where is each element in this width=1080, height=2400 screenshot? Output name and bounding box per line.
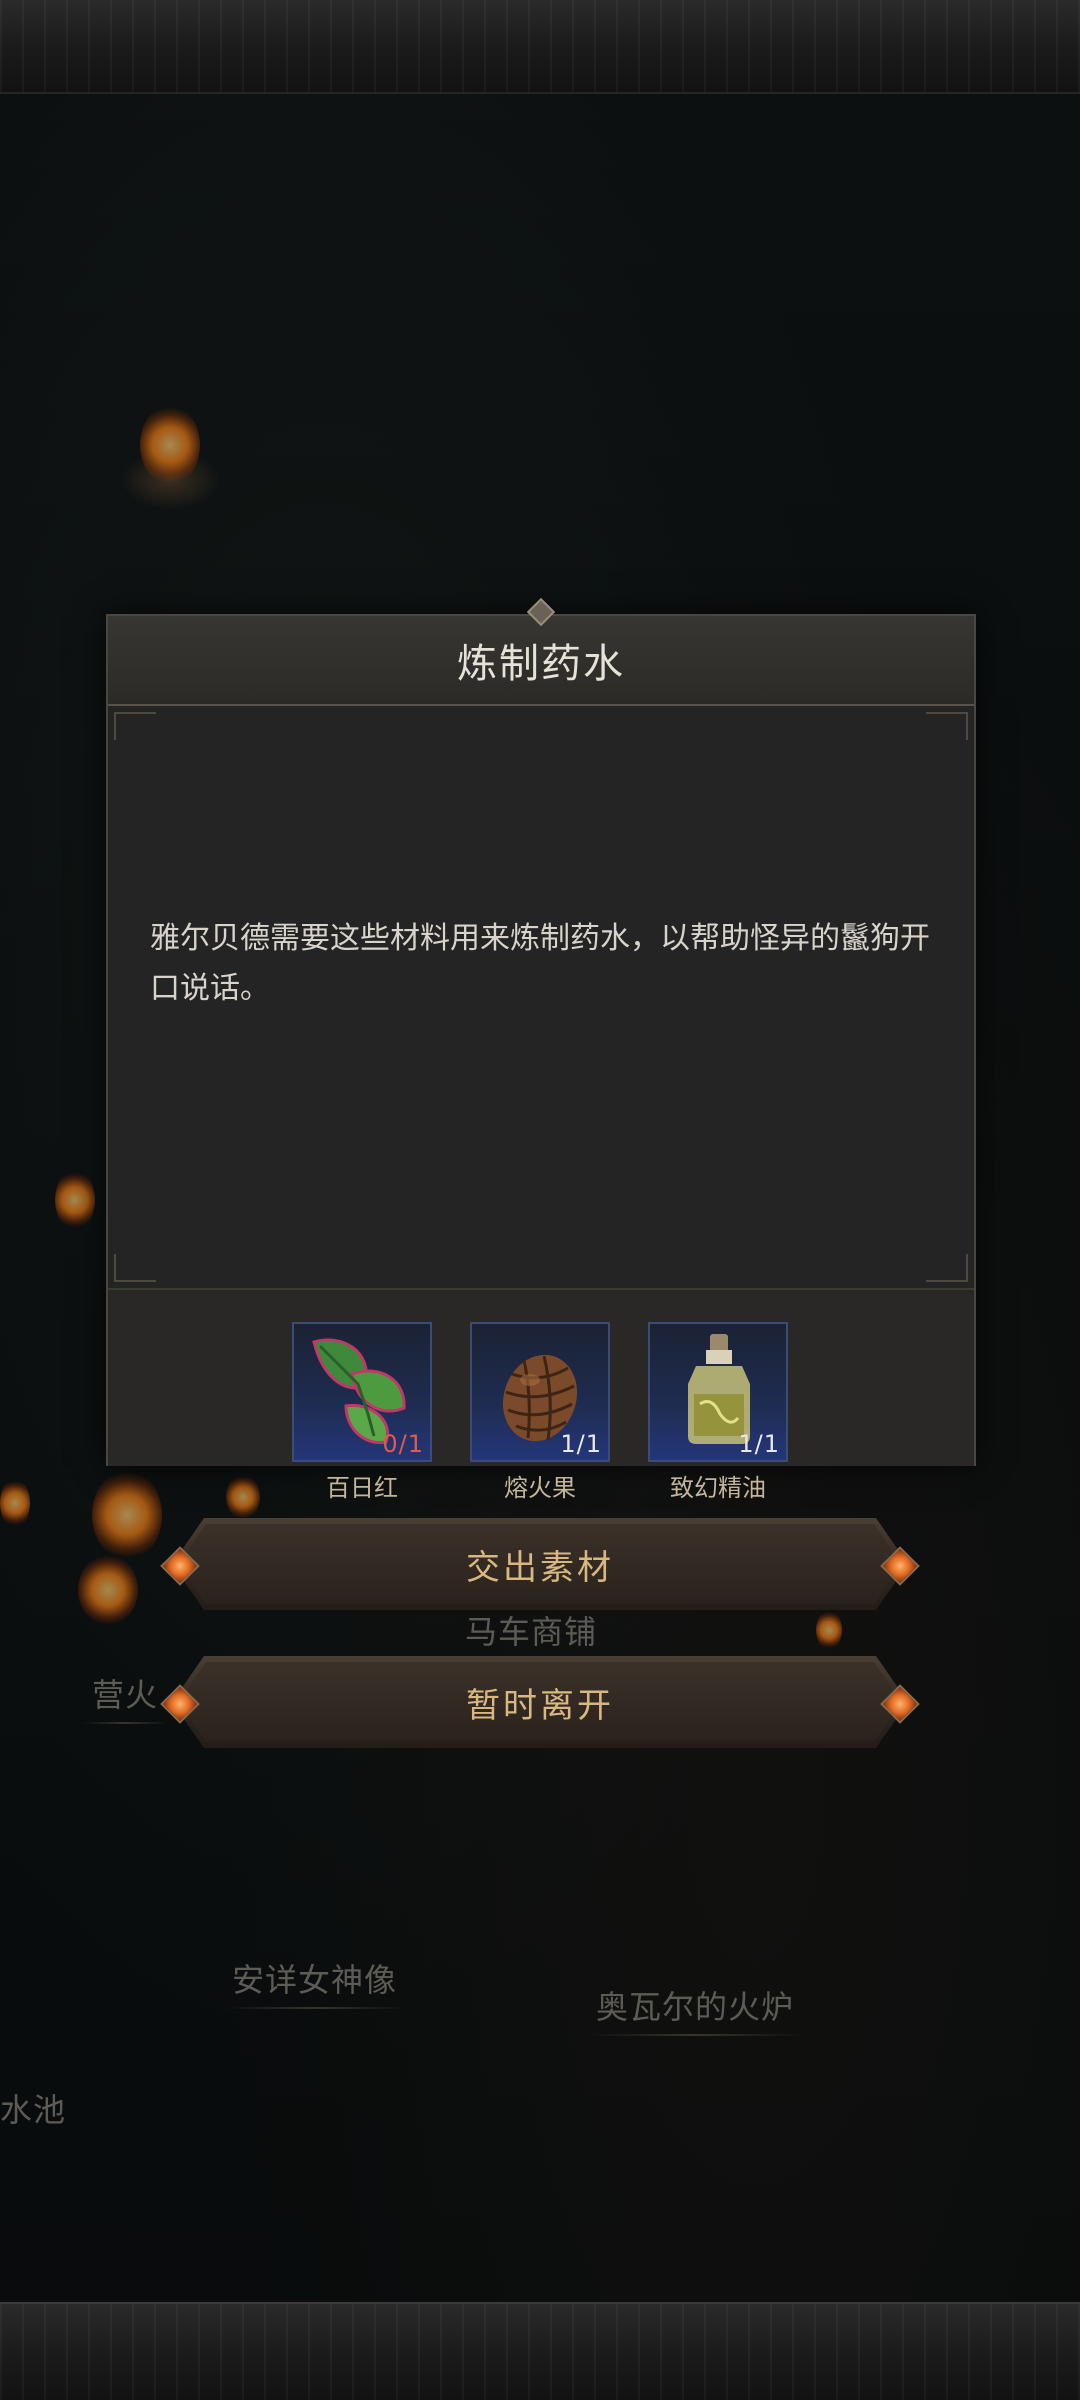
top-frame-border (0, 0, 1080, 94)
corner-ornament (926, 1254, 968, 1282)
leave-button[interactable]: 暂时离开 (160, 1656, 920, 1748)
bottom-frame-border (0, 2302, 1080, 2400)
dialog-title: 炼制药水 (457, 641, 625, 687)
item-slot[interactable]: 1/1 (648, 1322, 788, 1462)
corner-ornament (114, 1254, 156, 1282)
item-slot[interactable]: 0/1 (292, 1322, 432, 1462)
dialog-header: 炼制药水 (108, 597, 974, 706)
item-name: 致幻精油 (670, 1474, 766, 1502)
dialog-body: 雅尔贝德需要这些材料用来炼制药水，以帮助怪异的鬣狗开口说话。 (108, 706, 974, 1288)
dialog-description: 雅尔贝德需要这些材料用来炼制药水，以帮助怪异的鬣狗开口说话。 (150, 921, 930, 1006)
material-item-1[interactable]: 0/1 百日红 (292, 1322, 436, 1503)
material-item-3[interactable]: 1/1 致幻精油 (648, 1322, 792, 1503)
item-count: 1/1 (560, 1430, 602, 1458)
game-screen: 马车商铺 营火 安详女神像 奥瓦尔的火炉 水池 炼制药水 雅尔贝德需要这些材料用… (0, 0, 1080, 2400)
item-name: 百日红 (326, 1474, 398, 1502)
material-item-2[interactable]: 1/1 熔火果 (470, 1322, 614, 1503)
submit-materials-button[interactable]: 交出素材 (160, 1518, 920, 1610)
submit-button-label: 交出素材 (466, 1547, 614, 1588)
craft-potion-dialog: 炼制药水 雅尔贝德需要这些材料用来炼制药水，以帮助怪异的鬣狗开口说话。 0/1 (106, 597, 976, 1502)
required-materials: 0/1 百日红 1/1 熔火果 1/1 致幻精油 (108, 1288, 974, 1502)
corner-ornament (114, 712, 156, 740)
item-count: 0/1 (382, 1430, 424, 1458)
item-count: 1/1 (738, 1430, 780, 1458)
leave-button-label: 暂时离开 (466, 1685, 614, 1726)
item-slot[interactable]: 1/1 (470, 1322, 610, 1462)
item-name: 熔火果 (504, 1474, 576, 1502)
corner-ornament (926, 712, 968, 740)
